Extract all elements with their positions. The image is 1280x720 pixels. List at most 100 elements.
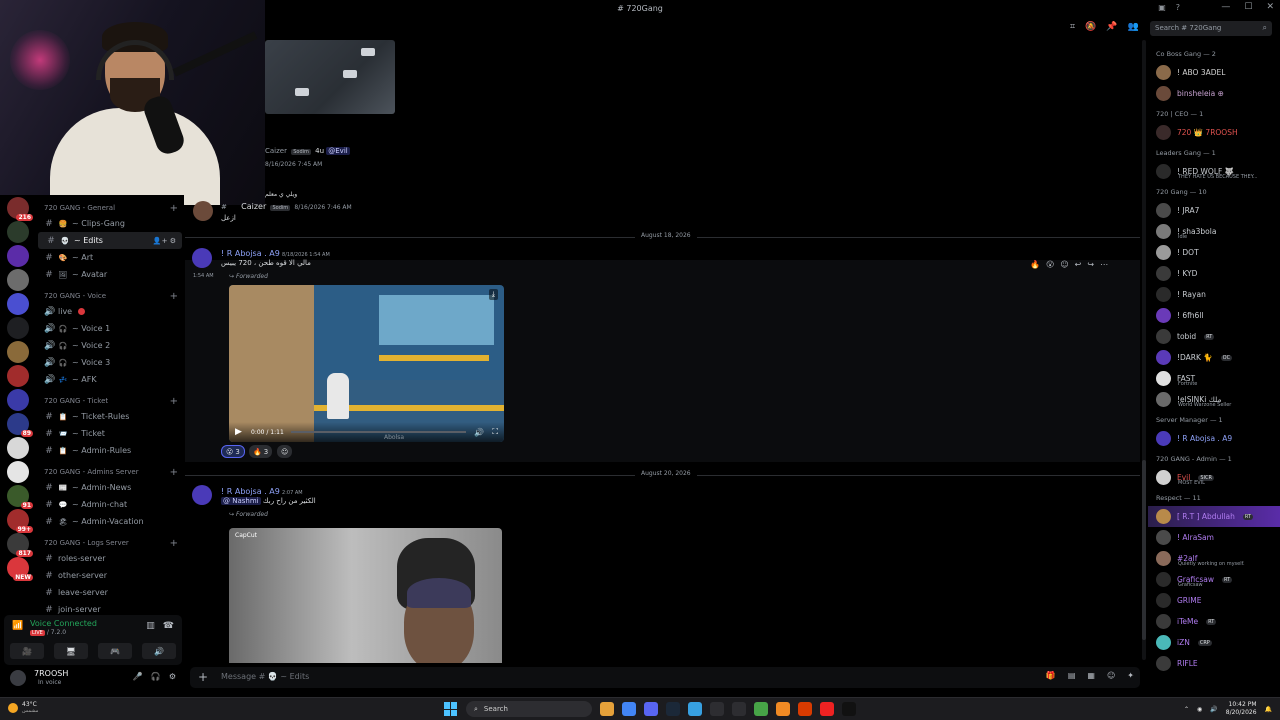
gif-icon[interactable]: ▤ xyxy=(1068,671,1076,680)
video-progress[interactable] xyxy=(291,431,466,433)
server-icon[interactable] xyxy=(7,341,29,363)
wifi-icon[interactable]: ◉ xyxy=(1197,706,1202,713)
server-icon[interactable] xyxy=(7,221,29,243)
notification-bell-icon[interactable]: 🔔 xyxy=(1265,706,1272,713)
weather-widget[interactable]: 43°C مشمس xyxy=(8,701,38,714)
start-button[interactable] xyxy=(444,702,458,716)
member-item[interactable]: ! JRA7 xyxy=(1148,200,1280,221)
taskbar-app-icon[interactable] xyxy=(842,702,856,716)
add-channel-icon[interactable]: + xyxy=(170,203,178,214)
channel-item[interactable]: # 🖼 ~ Avatar xyxy=(36,266,184,283)
server-icon[interactable]: 91 xyxy=(7,485,33,509)
image-attachment[interactable] xyxy=(265,40,395,114)
channel-category[interactable]: 720 GANG - Logs Server + xyxy=(36,536,184,550)
member-item[interactable]: FAST Fortnite xyxy=(1148,368,1280,389)
inbox-icon[interactable]: ▣ xyxy=(1158,3,1166,12)
channel-item[interactable]: 🔊 💤 ~ AFK xyxy=(36,371,184,388)
channel-item[interactable]: # 🍔 ~ Clips-Gang xyxy=(36,215,184,232)
sticker-icon[interactable]: ▦ xyxy=(1087,671,1095,680)
server-icon[interactable] xyxy=(7,365,29,387)
member-item[interactable]: 720 👑 7ROOSH xyxy=(1148,122,1280,143)
screen-share-button[interactable]: 🖥 xyxy=(54,643,88,659)
member-item[interactable]: iTeMe RT xyxy=(1148,611,1280,632)
member-item[interactable]: iZN CRP xyxy=(1148,632,1280,653)
member-item[interactable]: binsheleia ⊕ xyxy=(1148,83,1280,104)
add-channel-icon[interactable]: + xyxy=(170,396,178,407)
channel-item[interactable]: # 🎨 ~ Art xyxy=(36,249,184,266)
avatar[interactable] xyxy=(192,485,212,505)
member-item[interactable]: Evil SICR MOST EVIL xyxy=(1148,467,1280,488)
channel-item[interactable]: 🔊 🎧 ~ Voice 1 xyxy=(36,320,184,337)
minimize-icon[interactable]: — xyxy=(1221,2,1230,12)
avatar[interactable] xyxy=(192,248,212,268)
member-item[interactable]: !elSINKi ملك World Warzone Seller xyxy=(1148,389,1280,410)
forward-icon[interactable]: ↪ xyxy=(1087,260,1094,269)
member-item[interactable]: #2alf Quietly working on myself. xyxy=(1148,548,1280,569)
volume-icon[interactable]: 🔊 xyxy=(474,428,484,437)
taskbar-app-icon[interactable] xyxy=(666,702,680,716)
member-item[interactable]: ! DOT xyxy=(1148,242,1280,263)
play-button[interactable]: ▶ xyxy=(235,427,242,437)
apps-icon[interactable]: ✦ xyxy=(1127,671,1134,680)
taskbar-app-icon[interactable] xyxy=(798,702,812,716)
reply-icon[interactable]: ↩ xyxy=(1075,260,1082,269)
taskbar-app-icon[interactable] xyxy=(776,702,790,716)
server-icon[interactable] xyxy=(7,293,29,315)
member-item[interactable]: ! ABO 3ADEL xyxy=(1148,62,1280,83)
add-channel-icon[interactable]: + xyxy=(170,467,178,478)
disconnect-icon[interactable]: ☎ xyxy=(163,621,174,631)
emoji-icon[interactable]: ☺ xyxy=(1107,671,1115,680)
close-icon[interactable]: ✕ xyxy=(1266,2,1274,12)
react-emoji-button[interactable]: 😮 xyxy=(1046,260,1054,269)
channel-settings-icon[interactable]: 👤+ ⚙ xyxy=(153,237,176,245)
channel-item[interactable]: # 📨 ~ Ticket xyxy=(36,425,184,442)
scrollbar[interactable] xyxy=(1142,40,1146,660)
channel-item[interactable]: # 💬 ~ Admin-chat xyxy=(36,496,184,513)
taskbar-search[interactable]: ⌕ Search xyxy=(466,701,592,717)
clock[interactable]: 10:42 PM 8/20/2026 xyxy=(1226,701,1257,717)
taskbar-app-icon[interactable] xyxy=(710,702,724,716)
tray-chevron-icon[interactable]: ⌃ xyxy=(1184,706,1189,713)
member-item[interactable]: ! RED WOLF 🐺 THEY HATE US BECAUSE THEY... xyxy=(1148,161,1280,182)
member-item[interactable]: ! 6fh6ll xyxy=(1148,305,1280,326)
member-item[interactable]: GRIME xyxy=(1148,590,1280,611)
avatar[interactable] xyxy=(193,201,213,221)
react-fire-button[interactable]: 🔥 xyxy=(1030,260,1040,269)
volume-icon[interactable]: 🔊 xyxy=(1210,706,1217,713)
server-icon[interactable] xyxy=(7,389,29,411)
soundboard-button[interactable]: 🔊 xyxy=(142,643,176,659)
help-icon[interactable]: ? xyxy=(1176,3,1180,12)
avatar[interactable] xyxy=(10,670,26,686)
server-icon[interactable] xyxy=(7,437,29,459)
member-item[interactable]: tobid RT xyxy=(1148,326,1280,347)
video-player[interactable]: ⤓ ▶ 0:00 / 1:11 Abolsa 🔊 ⛶ xyxy=(229,285,504,442)
taskbar-app-icon[interactable] xyxy=(754,702,768,716)
taskbar-app-icon[interactable] xyxy=(732,702,746,716)
member-item[interactable]: Graficsaw RT Graficsaw xyxy=(1148,569,1280,590)
members-icon[interactable]: 👥 xyxy=(1128,22,1139,32)
server-icon[interactable]: 216 xyxy=(7,197,33,221)
attach-plus-icon[interactable]: + xyxy=(198,670,208,684)
server-icon[interactable] xyxy=(7,317,29,339)
member-item[interactable]: ! AlraSam xyxy=(1148,527,1280,548)
member-item[interactable]: !DARK 🐈 OC xyxy=(1148,347,1280,368)
search-input[interactable]: Search # 720Gang ⌕ xyxy=(1150,21,1272,36)
pin-icon[interactable]: 📌 xyxy=(1106,22,1117,32)
more-icon[interactable]: ⋯ xyxy=(1100,260,1108,269)
member-item[interactable]: ! R Abojsa . A9 xyxy=(1148,428,1280,449)
channel-item[interactable]: # other-server xyxy=(36,567,184,584)
channel-item[interactable]: # leave-server xyxy=(36,584,184,601)
headphones-icon[interactable]: 🎧 xyxy=(151,672,161,681)
server-icon[interactable]: NEW xyxy=(7,557,33,581)
taskbar-app-icon[interactable] xyxy=(688,702,702,716)
channel-item[interactable]: # roles-server xyxy=(36,550,184,567)
server-icon[interactable]: 99+ xyxy=(7,509,33,533)
threads-icon[interactable]: ⌗ xyxy=(1070,22,1075,32)
member-item[interactable]: ! Rayan xyxy=(1148,284,1280,305)
channel-category[interactable]: 720 GANG - Ticket + xyxy=(36,394,184,408)
channel-item[interactable]: # 🏖 ~ Admin-Vacation xyxy=(36,513,184,530)
download-icon[interactable]: ⤓ xyxy=(488,289,498,300)
reply-preview[interactable]: ويلي ي معلم xyxy=(265,191,297,198)
server-icon[interactable] xyxy=(7,461,29,483)
add-channel-icon[interactable]: + xyxy=(170,291,178,302)
